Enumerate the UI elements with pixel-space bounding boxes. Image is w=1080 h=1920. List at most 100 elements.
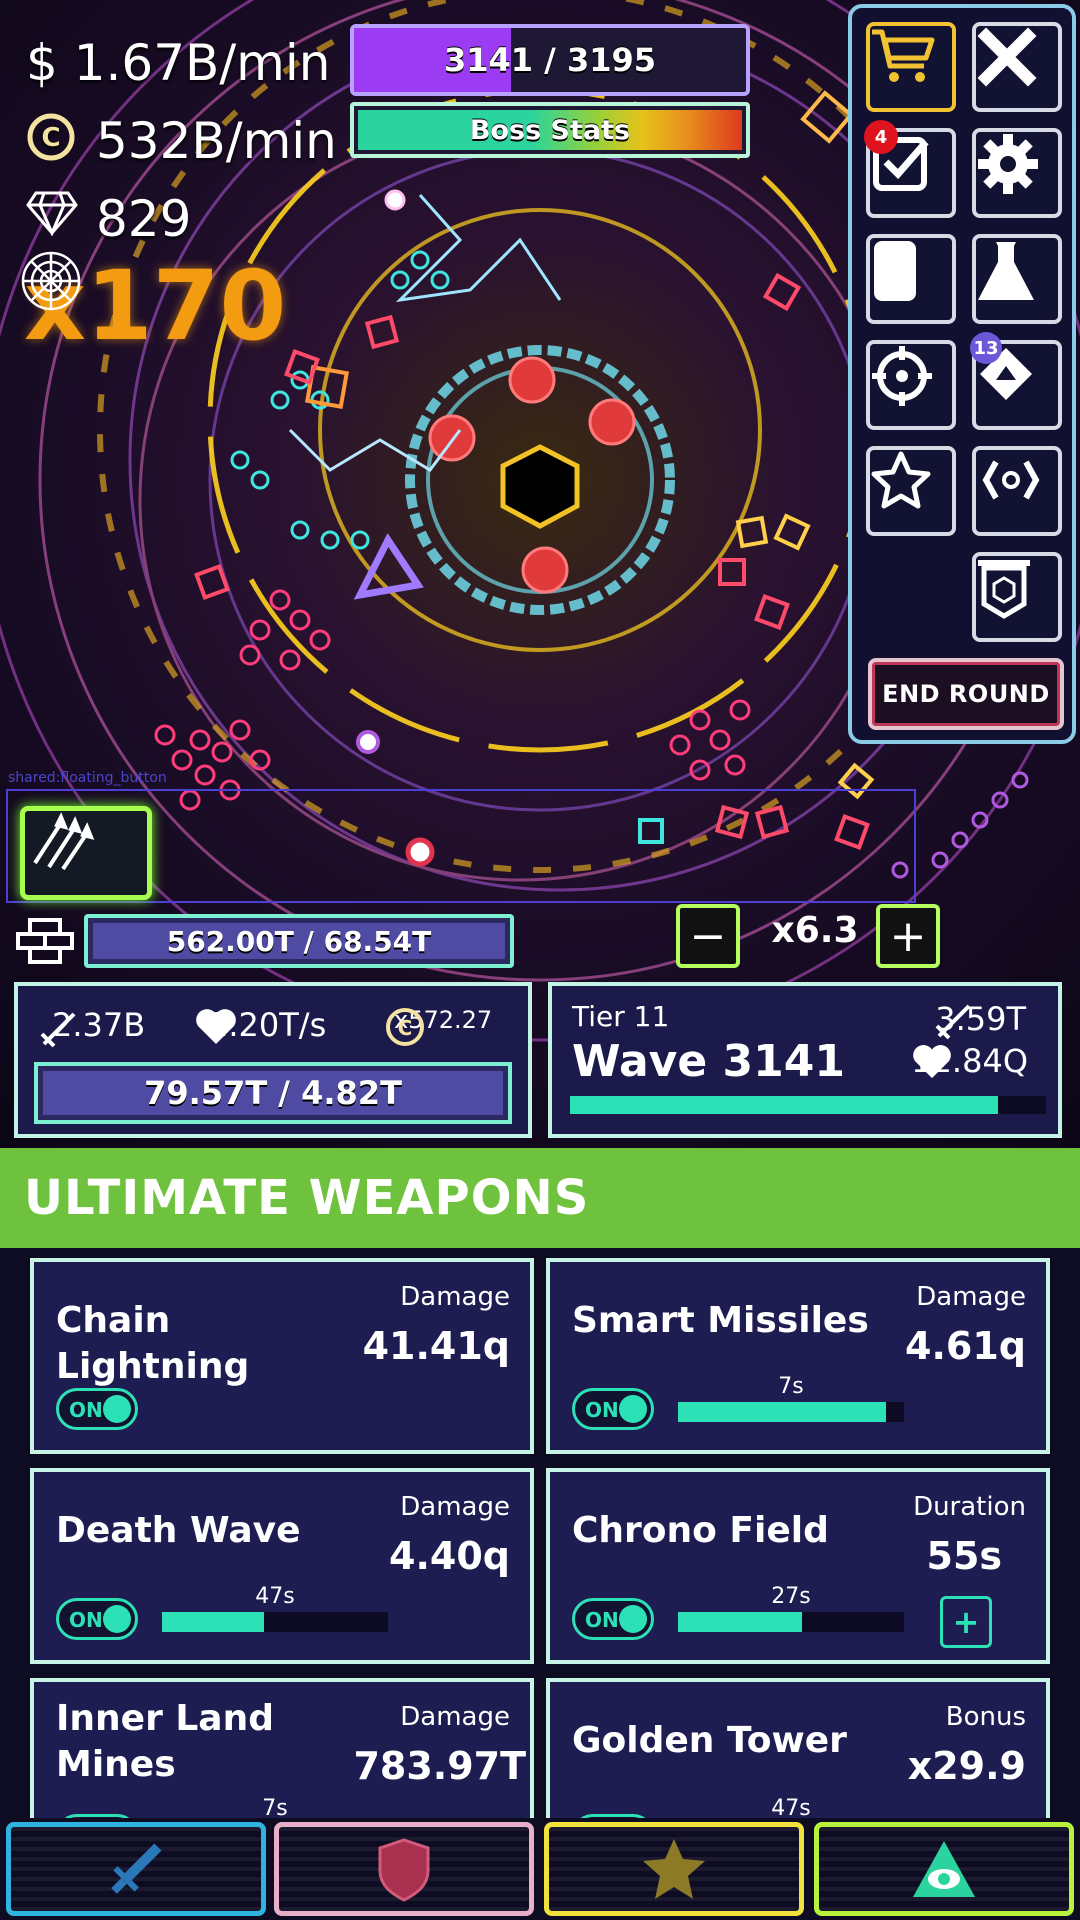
uw-cooldown-bar [678,1612,904,1632]
uw-cooldown-fill [678,1612,803,1632]
uw-card-smart-missiles[interactable]: Smart Missiles Damage 4.61q ON 7s [546,1258,1050,1454]
svg-text:C: C [41,123,60,153]
star-icon [871,451,931,509]
uw-timer-label: 47s [771,1796,811,1818]
end-round-button[interactable]: END ROUND [868,658,1064,730]
nav-attack-tab[interactable] [6,1822,266,1916]
tower-stats-card[interactable]: 2.37B 2.20T/s C x572.27 79.57T / 4.82T [14,982,532,1138]
flask-icon [978,242,1034,300]
uw-cooldown-fill [678,1402,886,1422]
cart-icon [872,29,935,82]
uw-timer-label: 7s [778,1374,804,1399]
uw-card-golden-tower[interactable]: Golden Tower Bonus x29.9 47s ON [546,1678,1050,1818]
gem-count: 829 [26,190,191,248]
uw-stat-value: 4.61q [905,1324,1026,1368]
missions-badge: 4 [864,120,898,154]
close-icon [977,27,1037,87]
uw-toggle-label: ON [585,1608,619,1632]
wall-health-text: 562.00T / 68.54T [93,923,505,959]
tier-label: Tier 11 [572,1000,670,1033]
uw-stat-label: Damage [400,1492,510,1522]
uw-stat-label: Damage [916,1282,1026,1312]
uw-name: Death Wave [56,1510,301,1551]
uw-name: Inner Land Mines [56,1698,274,1785]
uw-stat-label: Duration [913,1492,1026,1522]
gear-icon [978,134,1038,194]
uw-cooldown-bar [678,1402,904,1422]
game-arena: $ 1.67B/min C 532B/min 829 x170 3141 / 3… [0,0,1080,1150]
target-button[interactable] [866,340,956,430]
uw-toggle-label: ON [69,1398,103,1422]
sensor-button[interactable] [972,446,1062,536]
uw-toggle-knob [619,1395,647,1423]
missile-ability-button[interactable] [20,806,152,900]
heart-icon [913,1045,952,1079]
uw-timer-label: 47s [255,1584,295,1609]
tower-damage: 2.37B [38,1006,145,1048]
guild-button[interactable] [972,552,1062,642]
uw-toggle[interactable]: ON [572,1598,654,1640]
uw-toggle-label: ON [69,1608,103,1632]
uw-card-chrono-field[interactable]: Chrono Field Duration 55s ON 27s + [546,1468,1050,1664]
missions-button[interactable]: 4 [864,120,956,218]
tower-health-bar: 79.57T / 4.82T [34,1062,512,1124]
star-icon [643,1839,705,1899]
nav-utility-tab[interactable] [544,1822,804,1916]
uw-name: Chrono Field [572,1510,829,1551]
tower-coin-mult: C x572.27 [384,1006,492,1046]
uw-stat-value: 783.97T [353,1744,526,1788]
sword-icon [935,1004,971,1040]
uw-stat-label: Bonus [945,1702,1026,1732]
uw-timer-label: 27s [771,1584,811,1609]
signal-icon [982,460,1040,500]
uw-toggle-knob [103,1605,131,1633]
wall-health-bar: 562.00T / 68.54T [84,914,514,968]
uw-stat-label: Damage [400,1282,510,1312]
missiles-icon [33,812,95,871]
uw-cooldown-fill [162,1612,264,1632]
modules-badge: 13 [970,332,1002,364]
nav-ultimate-tab[interactable] [814,1822,1074,1916]
perks-button[interactable] [866,446,956,536]
settings-button[interactable] [972,128,1062,218]
tower-health-text: 79.57T / 4.82T [43,1071,503,1115]
wave-progress-text: 3141 / 3195 [443,41,657,79]
money-rate-value: $ 1.67B/min [26,34,331,92]
uw-card-chain-lightning[interactable]: Chain Lightning Damage 41.41q ON [30,1258,534,1454]
money-rate: $ 1.67B/min [26,34,330,92]
uw-toggle-knob [619,1605,647,1633]
coin-rate-value: 532B/min [96,112,337,170]
sword-icon [111,1843,162,1894]
uw-upgrade-button[interactable]: + [940,1596,992,1648]
uw-stat-value: x29.9 [907,1744,1026,1788]
eye-triangle-icon [913,1841,975,1897]
uw-toggle[interactable]: ON [572,1388,654,1430]
side-menu: 4 13 END ROUND [848,4,1076,744]
crosshair-icon [872,346,932,406]
boss-stats-button[interactable]: Boss Stats [350,102,750,158]
uw-toggle[interactable]: ON [56,1598,138,1640]
uw-card-death-wave[interactable]: Death Wave Damage 4.40q ON 47s [30,1468,534,1664]
bottom-nav [0,1818,1080,1920]
uw-card-inner-land-mines[interactable]: Inner Land Mines Damage 783.97T 7s ON [30,1678,534,1818]
cards-button[interactable] [866,234,956,324]
wave-progress-bar: 3141 / 3195 [350,24,750,96]
wave-progress-fill [570,1096,999,1114]
tower-regen: 2.20T/s [194,1006,326,1044]
labs-button[interactable] [972,234,1062,324]
wave-info-card[interactable]: Tier 11 Wave 3141 3.59T 12.84Q [548,982,1062,1138]
heart-icon [196,1009,236,1044]
close-button[interactable] [972,22,1062,112]
modules-button[interactable]: 13 [970,332,1062,430]
uw-toggle[interactable]: ON [56,1388,138,1430]
ultimate-weapons-list[interactable]: Chain Lightning Damage 41.41q ON Smart M… [0,1248,1080,1818]
uw-name: Chain Lightning [56,1300,250,1387]
shop-button[interactable] [866,22,956,112]
wave-progress-track [570,1096,1046,1114]
uw-name: Golden Tower [572,1720,847,1761]
nav-defense-tab[interactable] [274,1822,534,1916]
gem-icon [26,191,80,246]
speed-increase-button[interactable]: + [876,904,940,968]
damage-multiplier: x170 [20,250,286,362]
speed-decrease-button[interactable]: − [676,904,740,968]
